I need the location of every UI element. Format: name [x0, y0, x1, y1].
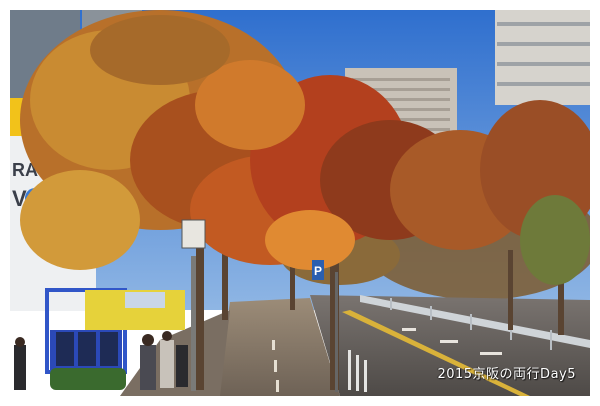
hedge	[50, 368, 126, 390]
photo-scene: RAVA VO	[10, 10, 590, 396]
watermark: 2015京阪の両行Day5	[437, 367, 576, 382]
photo-frame: RAVA VO	[0, 0, 600, 406]
street-photo: RAVA VO	[10, 10, 590, 396]
street-sign-letter: P	[314, 264, 322, 278]
